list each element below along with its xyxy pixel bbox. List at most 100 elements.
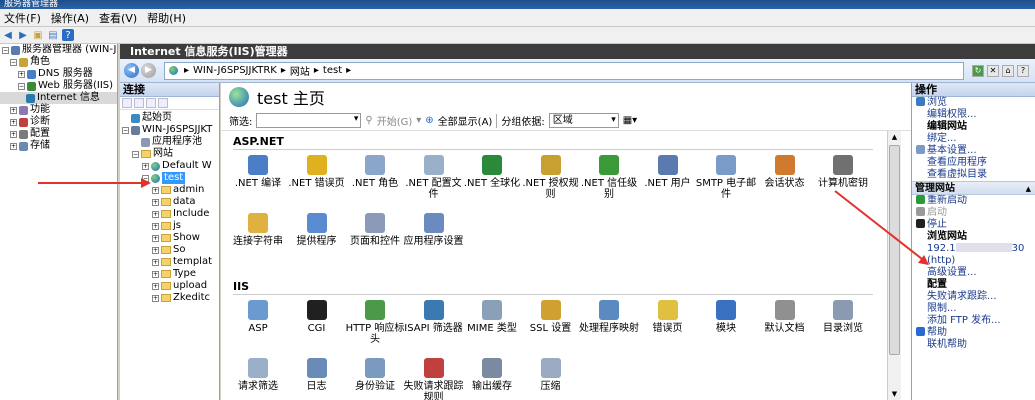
connect-icon[interactable] — [158, 98, 168, 108]
scroll-thumb[interactable] — [889, 145, 900, 355]
breadcrumb-server[interactable]: WIN-J6SPSJJKTRK — [193, 65, 277, 76]
action-link[interactable]: 192.1 30 — [912, 243, 1035, 255]
connection-tree-item[interactable]: + Show — [120, 232, 219, 244]
feature-item[interactable]: 计算机密钥 — [811, 155, 875, 189]
feature-item[interactable]: 目录浏览 — [811, 300, 875, 334]
feature-item[interactable]: CGI — [285, 300, 349, 334]
collapse-icon[interactable]: − — [132, 150, 139, 158]
action-link[interactable]: 基本设置... — [912, 145, 1035, 157]
nav-forward-button[interactable]: ▶ — [141, 63, 156, 78]
expand-icon[interactable]: + — [152, 186, 159, 194]
server-tree-item[interactable]: + 配置 — [0, 128, 117, 140]
connection-tree-item[interactable]: + Zkeditc — [120, 292, 219, 304]
connection-tree-item[interactable]: 应用程序池 — [120, 136, 219, 148]
action-link[interactable]: 停止 — [912, 219, 1035, 231]
action-link[interactable]: 查看应用程序 — [912, 157, 1035, 169]
server-tree-item[interactable]: + 存储 — [0, 140, 117, 152]
feature-item[interactable]: 连接字符串 — [226, 213, 290, 247]
action-link[interactable]: 失败请求跟踪... — [912, 291, 1035, 303]
server-tree-item[interactable]: Internet 信息 — [0, 92, 117, 104]
feature-item[interactable]: .NET 角色 — [343, 155, 407, 189]
feature-item[interactable]: 输出缓存 — [460, 358, 524, 392]
connection-tree-item[interactable]: + admin — [120, 184, 219, 196]
feature-item[interactable]: 请求筛选 — [226, 358, 290, 392]
server-tree-item[interactable]: − 角色 — [0, 56, 117, 68]
server-tree-item[interactable]: + 功能 — [0, 104, 117, 116]
connection-tree-item[interactable]: + Type — [120, 268, 219, 280]
save-icon[interactable] — [134, 98, 144, 108]
connection-tree-item[interactable]: − WIN-J6SPSJJKT — [120, 124, 219, 136]
feature-item[interactable]: .NET 编译 — [226, 155, 290, 189]
vertical-scrollbar[interactable]: ▲ ▼ — [887, 131, 901, 400]
menu-help[interactable]: 帮助(H) — [147, 10, 186, 26]
feature-item[interactable]: 失败请求跟踪规则 — [402, 358, 466, 400]
feature-item[interactable]: HTTP 响应标头 — [343, 300, 407, 345]
up-icon[interactable] — [146, 98, 156, 108]
expand-icon[interactable]: + — [152, 246, 159, 254]
menu-file[interactable]: 文件(F) — [4, 10, 41, 26]
forward-icon[interactable]: ▶ — [17, 29, 29, 41]
feature-item[interactable]: 默认文档 — [753, 300, 817, 334]
feature-item[interactable]: .NET 错误页 — [285, 155, 349, 189]
expand-icon[interactable]: + — [152, 198, 159, 206]
menu-action[interactable]: 操作(A) — [51, 10, 89, 26]
help-icon[interactable]: ? — [1017, 64, 1029, 77]
connection-tree-item[interactable]: + upload — [120, 280, 219, 292]
group-by-select[interactable]: 区域 — [548, 113, 619, 128]
nav-back-button[interactable]: ◀ — [124, 63, 139, 78]
expand-icon[interactable]: + — [10, 130, 17, 138]
expand-icon[interactable]: + — [152, 294, 159, 302]
collapse-icon[interactable]: − — [122, 126, 129, 134]
feature-item[interactable]: SMTP 电子邮件 — [694, 155, 758, 200]
feature-item[interactable]: 身份验证 — [343, 358, 407, 392]
expand-icon[interactable]: + — [142, 162, 149, 170]
feature-item[interactable]: .NET 配置文件 — [402, 155, 466, 200]
filter-input[interactable] — [256, 113, 362, 128]
expand-icon[interactable]: + — [152, 258, 159, 266]
view-mode-icon[interactable]: ▦▾ — [623, 115, 637, 126]
breadcrumb-sites[interactable]: 网站 — [290, 63, 310, 78]
action-link[interactable]: 重新启动 — [912, 195, 1035, 207]
show-hide-tree-icon[interactable]: ▤ — [47, 29, 59, 41]
scroll-down-icon[interactable]: ▼ — [888, 388, 901, 400]
connection-tree-item[interactable]: − 网站 — [120, 148, 219, 160]
action-link[interactable]: 添加 FTP 发布... — [912, 315, 1035, 327]
connection-tree-item[interactable]: + So — [120, 244, 219, 256]
feature-item[interactable]: 页面和控件 — [343, 213, 407, 247]
refresh-icon[interactable]: ↻ — [972, 64, 984, 77]
start-filter-button[interactable]: 开始(G) — [377, 113, 413, 128]
expand-icon[interactable]: + — [152, 270, 159, 278]
new-connection-icon[interactable] — [122, 98, 132, 108]
action-link[interactable]: 浏览 — [912, 97, 1035, 109]
action-link[interactable]: 帮助 — [912, 327, 1035, 339]
action-link[interactable]: 绑定... — [912, 133, 1035, 145]
collapse-icon[interactable]: − — [2, 46, 9, 54]
action-link[interactable]: 联机帮助 — [912, 339, 1035, 351]
collapse-icon[interactable]: − — [18, 82, 25, 90]
expand-icon[interactable]: + — [152, 234, 159, 242]
menu-view[interactable]: 查看(V) — [99, 10, 137, 26]
connection-tree-item[interactable]: + data — [120, 196, 219, 208]
feature-item[interactable]: 模块 — [694, 300, 758, 334]
feature-item[interactable]: 错误页 — [636, 300, 700, 334]
action-link[interactable]: 高级设置... — [912, 267, 1035, 279]
connection-tree-item[interactable]: + templat — [120, 256, 219, 268]
server-tree-item[interactable]: + DNS 服务器 — [0, 68, 117, 80]
server-tree-item[interactable]: − 服务器管理器 (WIN-J — [0, 44, 117, 56]
server-tree-item[interactable]: − Web 服务器(IIS) — [0, 80, 117, 92]
back-icon[interactable]: ◀ — [2, 29, 14, 41]
feature-item[interactable]: 处理程序映射 — [577, 300, 641, 334]
feature-item[interactable]: SSL 设置 — [519, 300, 583, 334]
expand-icon[interactable]: + — [10, 142, 17, 150]
stop-icon[interactable]: ✕ — [987, 64, 999, 77]
feature-item[interactable]: .NET 信任级别 — [577, 155, 641, 200]
action-link[interactable]: 限制... — [912, 303, 1035, 315]
home-icon[interactable]: ⌂ — [1002, 64, 1014, 77]
start-dropdown-icon[interactable]: ▾ — [416, 115, 421, 126]
feature-item[interactable]: ASP — [226, 300, 290, 334]
show-all-button[interactable]: 全部显示(A) — [438, 113, 493, 128]
expand-icon[interactable]: + — [152, 282, 159, 290]
server-tree-item[interactable]: + 诊断 — [0, 116, 117, 128]
expand-icon[interactable]: + — [152, 222, 159, 230]
feature-item[interactable]: 应用程序设置 — [402, 213, 466, 247]
